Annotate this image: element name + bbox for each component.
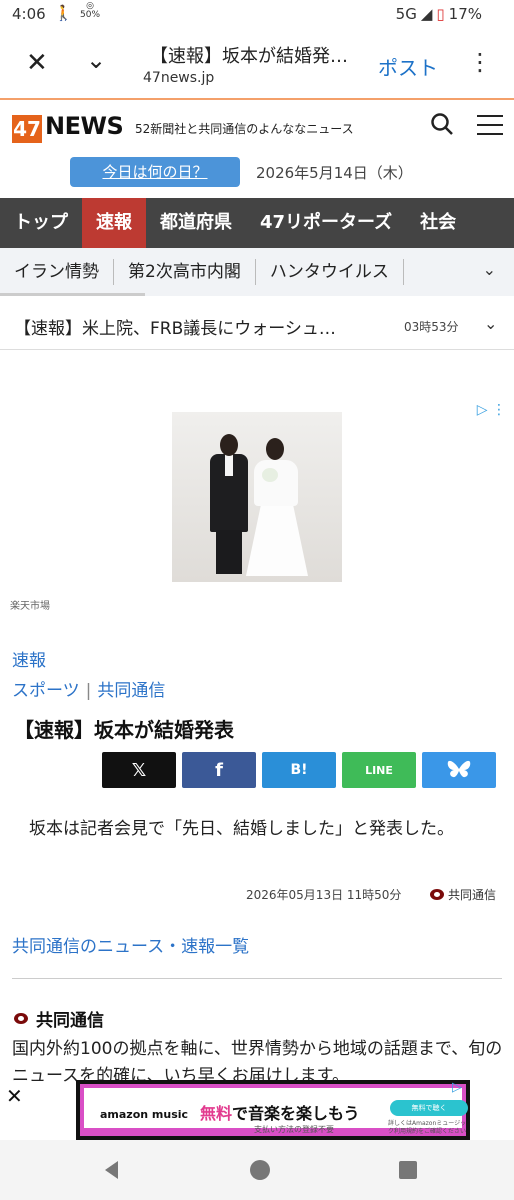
breaking-ticker[interactable]: 【速報】米上院、FRB議長にウォーシュ… 03時53分 ⌄ [0, 300, 514, 350]
article-datetime: 2026年05月13日 11時50分 [246, 888, 402, 902]
ad-message: 無料で音楽を楽しもう [200, 1104, 360, 1123]
nav-society[interactable]: 社会 [406, 198, 470, 248]
divider [12, 978, 502, 979]
tag-source[interactable]: 共同通信 [97, 681, 165, 701]
ad-caption: 楽天市場 [10, 601, 50, 612]
article-category[interactable]: 速報 [12, 646, 46, 671]
status-time: 4:06 [12, 5, 46, 23]
site-tagline: 52新聞社と共同通信のよんななニュース [135, 122, 354, 136]
logo-text[interactable]: NEWS [45, 112, 124, 140]
topic-hantavirus[interactable]: ハンタウイルス [256, 259, 404, 285]
publisher-name: 共同通信 [14, 1006, 104, 1031]
nav-breaking[interactable]: 速報 [82, 198, 146, 248]
browser-toolbar: ✕ ⌄ 【速報】坂本が結婚発… 47news.jp ポスト ⋮ [0, 30, 514, 100]
search-icon[interactable] [430, 112, 454, 136]
recent-apps-icon[interactable] [396, 1158, 420, 1182]
walking-icon: 🚶 [54, 4, 73, 22]
article-body: 坂本は記者会見で「先日、結婚しました」と発表した。 [29, 819, 454, 839]
share-x-button[interactable]: 𝕏 [102, 752, 176, 788]
article-title: 【速報】坂本が結婚発表 [14, 718, 234, 742]
main-nav: トップ 速報 都道府県 47リポーターズ 社会 [0, 198, 514, 248]
close-icon[interactable]: ✕ [26, 48, 48, 78]
kyodo-logo-icon [430, 889, 444, 900]
status-right: 5G ◢ ▯ 17% [396, 5, 482, 23]
more-news-link[interactable]: 共同通信のニュース・速報一覧 [12, 932, 249, 957]
ad-brand: amazon music [100, 1108, 189, 1121]
status-bar: 4:06 🚶 ◎ 50% 5G ◢ ▯ 17% [0, 0, 514, 30]
ad-subtext: 支払い方法の登録不要 [254, 1125, 334, 1134]
battery-icon: ▯ [436, 5, 445, 23]
current-date: 2026年5月14日（木） [256, 164, 413, 182]
kyodo-logo-icon [14, 1013, 28, 1024]
topic-iran[interactable]: イラン情勢 [0, 259, 114, 285]
article-source: 共同通信 [430, 886, 496, 903]
page-url: 47news.jp [143, 70, 215, 86]
signal-icon: ◢ [420, 5, 433, 23]
home-icon[interactable] [248, 1158, 272, 1182]
expand-topics-icon[interactable]: ⌄ [474, 260, 496, 279]
nav-47reporters[interactable]: 47リポーターズ [246, 198, 406, 248]
tag-sports[interactable]: スポーツ [12, 681, 80, 701]
system-navigation-bar [0, 1140, 514, 1200]
nav-prefectures[interactable]: 都道府県 [146, 198, 246, 248]
butterfly-icon [447, 760, 471, 778]
battery-level: 17% [448, 5, 482, 23]
chevron-down-icon[interactable]: ⌄ [86, 46, 106, 74]
ad-fineprint: 詳しくはAmazonミュージック利用規約をご確認ください [388, 1120, 467, 1135]
close-ad-icon[interactable]: ✕ [6, 1084, 23, 1108]
adchoices-icon[interactable]: ▷ [452, 1080, 462, 1095]
ad-wedding-photo[interactable] [172, 412, 342, 582]
share-buttons: 𝕏 f B! LINE [102, 752, 496, 788]
back-icon[interactable] [100, 1158, 124, 1182]
hamburger-menu-icon[interactable] [477, 115, 503, 135]
nav-top[interactable]: トップ [0, 198, 82, 248]
expand-breaking-icon[interactable]: ⌄ [484, 314, 497, 333]
topic-nav: イラン情勢 第2次高市内閣 ハンタウイルス ⌄ [0, 248, 514, 296]
share-facebook-button[interactable]: f [182, 752, 256, 788]
breaking-headline[interactable]: 【速報】米上院、FRB議長にウォーシュ… [14, 314, 394, 339]
ad-listen-button[interactable]: 無料で聴く [390, 1100, 468, 1116]
page-title: 【速報】坂本が結婚発… [150, 46, 348, 67]
site-header: 47 NEWS 52新聞社と共同通信のよんななニュース 今日は何の日？ 2026… [0, 100, 514, 198]
share-hatena-button[interactable]: B! [262, 752, 336, 788]
ad-banner[interactable]: ▷ ⋮ 楽天市場 [0, 360, 514, 612]
breaking-time: 03時53分 [404, 320, 459, 334]
share-bluesky-button[interactable] [422, 752, 496, 788]
today-in-history-button[interactable]: 今日は何の日？ [70, 157, 240, 187]
post-button[interactable]: ポスト [378, 52, 438, 81]
logo-number[interactable]: 47 [12, 115, 42, 143]
share-line-button[interactable]: LINE [342, 752, 416, 788]
article-tags: スポーツ | 共同通信 [12, 681, 166, 701]
bottom-ad-banner[interactable]: amazon music 無料で音楽を楽しもう 支払い方法の登録不要 無料で聴く… [76, 1080, 470, 1140]
network-label: 5G [395, 5, 417, 23]
topic-takaichi-cabinet[interactable]: 第2次高市内閣 [114, 259, 256, 285]
scroll-indicator [0, 293, 145, 296]
more-options-icon[interactable]: ⋮ [468, 48, 492, 76]
adchoices-icon[interactable]: ▷ ⋮ [477, 402, 506, 418]
data-saver-icon: ◎ 50% [80, 1, 101, 20]
